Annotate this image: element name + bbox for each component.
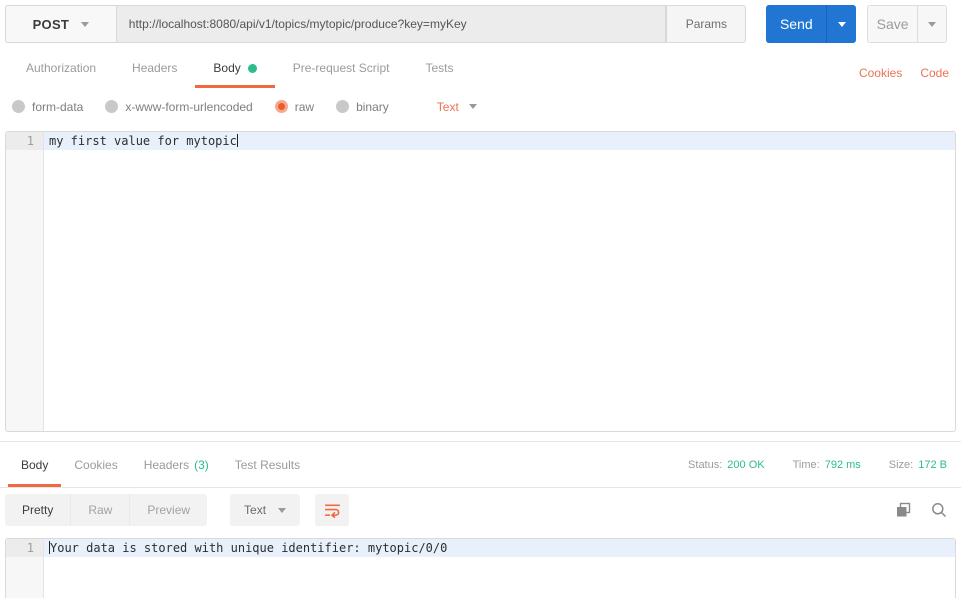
- tab-links: Cookies Code: [859, 48, 949, 88]
- method-select[interactable]: POST: [5, 5, 117, 43]
- params-button[interactable]: Params: [666, 5, 747, 43]
- send-dropdown-button[interactable]: [826, 5, 857, 43]
- view-mode-pretty[interactable]: Pretty: [5, 494, 72, 526]
- radio-icon: [336, 100, 350, 113]
- view-mode-group: Pretty Raw Preview: [5, 494, 208, 526]
- body-filled-indicator-icon: [247, 63, 257, 73]
- view-mode-preview[interactable]: Preview: [130, 494, 207, 526]
- tab-label: Body: [21, 457, 49, 472]
- status-value: 200 OK: [727, 458, 765, 471]
- time-label: Time:: [792, 458, 820, 471]
- response-format-select[interactable]: Text: [230, 494, 301, 526]
- time-value: 792 ms: [824, 458, 861, 471]
- chevron-down-icon: [278, 507, 287, 513]
- radio-label: binary: [356, 99, 389, 114]
- chevron-down-icon: [928, 21, 937, 27]
- format-label: Text: [436, 99, 459, 114]
- response-toolbar-icons: [896, 502, 947, 518]
- status-indicator: Status: 200 OK: [688, 459, 765, 471]
- search-icon: [932, 503, 947, 518]
- search-response-button[interactable]: [931, 502, 947, 518]
- tab-label: Headers: [143, 457, 190, 472]
- tab-label: Headers: [132, 61, 178, 75]
- response-section: Body Cookies Headers (3) Test Results St…: [0, 441, 961, 598]
- copy-icon: [897, 502, 911, 517]
- code-line[interactable]: 1 Your data is stored with unique identi…: [6, 539, 955, 557]
- status-label: Status:: [688, 458, 723, 471]
- tab-tests[interactable]: Tests: [407, 48, 471, 88]
- response-tab-cookies[interactable]: Cookies: [61, 442, 130, 487]
- request-body-editor[interactable]: 1 my first value for mytopic: [5, 131, 956, 432]
- response-tab-body[interactable]: Body: [8, 442, 61, 487]
- tab-pre-request-script[interactable]: Pre-request Script: [275, 48, 408, 88]
- code-link[interactable]: Code: [920, 56, 949, 80]
- response-meta: Status: 200 OK Time: 792 ms Size: 172 B: [688, 442, 947, 487]
- tab-body[interactable]: Body: [195, 48, 274, 88]
- radio-label: raw: [294, 99, 315, 114]
- postman-request-window: POST Params Send Save Authorization Head…: [0, 0, 961, 598]
- raw-format-select[interactable]: Text: [437, 100, 477, 114]
- tab-headers[interactable]: Headers: [114, 48, 195, 88]
- code-text: my first value for mytopic: [44, 132, 955, 150]
- line-number: 1: [6, 539, 44, 557]
- tab-label: Pre-request Script: [292, 61, 390, 75]
- segment-label: Raw: [88, 503, 113, 517]
- line-number: 1: [6, 132, 44, 150]
- tab-authorization[interactable]: Authorization: [8, 48, 114, 88]
- radio-x-www-form-urlencoded[interactable]: x-www-form-urlencoded: [105, 99, 253, 114]
- save-split-button: Save: [867, 5, 947, 43]
- word-wrap-button[interactable]: [315, 494, 350, 526]
- size-value: 172 B: [918, 458, 947, 471]
- response-tab-test-results[interactable]: Test Results: [222, 442, 313, 487]
- copy-response-button[interactable]: [896, 502, 911, 518]
- tab-label: Test Results: [234, 457, 301, 472]
- url-input[interactable]: [116, 5, 667, 43]
- chevron-down-icon: [468, 104, 477, 109]
- response-toolbar: Pretty Raw Preview Text: [0, 488, 961, 532]
- size-indicator: Size: 172 B: [889, 459, 947, 471]
- segment-label: Preview: [147, 503, 191, 517]
- radio-binary[interactable]: binary: [336, 100, 389, 114]
- response-tab-headers[interactable]: Headers (3): [131, 442, 222, 487]
- view-mode-raw[interactable]: Raw: [71, 494, 131, 526]
- editor-gutter: [6, 132, 44, 431]
- response-tabs: Body Cookies Headers (3) Test Results St…: [0, 442, 961, 488]
- url-group: Params: [116, 5, 747, 43]
- tab-label: Cookies: [74, 457, 118, 472]
- segment-label: Pretty: [22, 503, 54, 517]
- code-line[interactable]: 1 my first value for mytopic: [6, 132, 955, 150]
- chevron-down-icon: [837, 21, 846, 27]
- radio-icon: [12, 100, 25, 113]
- radio-icon: [105, 100, 119, 113]
- request-tabs: Authorization Headers Body Pre-request S…: [0, 48, 961, 88]
- chevron-down-icon: [81, 21, 90, 27]
- tab-label: Body: [213, 61, 241, 75]
- request-bar: POST Params Send Save: [0, 0, 961, 48]
- response-body-editor[interactable]: 1 Your data is stored with unique identi…: [5, 538, 956, 598]
- time-indicator: Time: 792 ms: [793, 459, 861, 471]
- send-button[interactable]: Send: [766, 5, 827, 43]
- radio-form-data[interactable]: form-data: [12, 100, 83, 114]
- send-split-button: Send: [766, 5, 857, 43]
- radio-raw[interactable]: raw: [274, 99, 315, 114]
- radio-label: form-data: [32, 99, 84, 114]
- method-label: POST: [32, 16, 70, 32]
- body-type-selector: form-data x-www-form-urlencoded raw bina…: [0, 88, 961, 125]
- headers-count-badge: (3): [194, 457, 209, 472]
- save-dropdown-button[interactable]: [917, 6, 946, 42]
- format-label: Text: [244, 503, 267, 517]
- word-wrap-icon: [324, 504, 340, 518]
- save-button[interactable]: Save: [868, 6, 918, 42]
- radio-label: x-www-form-urlencoded: [125, 99, 253, 114]
- code-text: Your data is stored with unique identifi…: [44, 539, 955, 557]
- cookies-link[interactable]: Cookies: [859, 56, 902, 80]
- size-label: Size:: [888, 458, 914, 471]
- tab-label: Tests: [425, 61, 454, 75]
- radio-selected-icon: [274, 100, 288, 113]
- tab-label: Authorization: [26, 61, 97, 75]
- text-cursor: [236, 134, 238, 147]
